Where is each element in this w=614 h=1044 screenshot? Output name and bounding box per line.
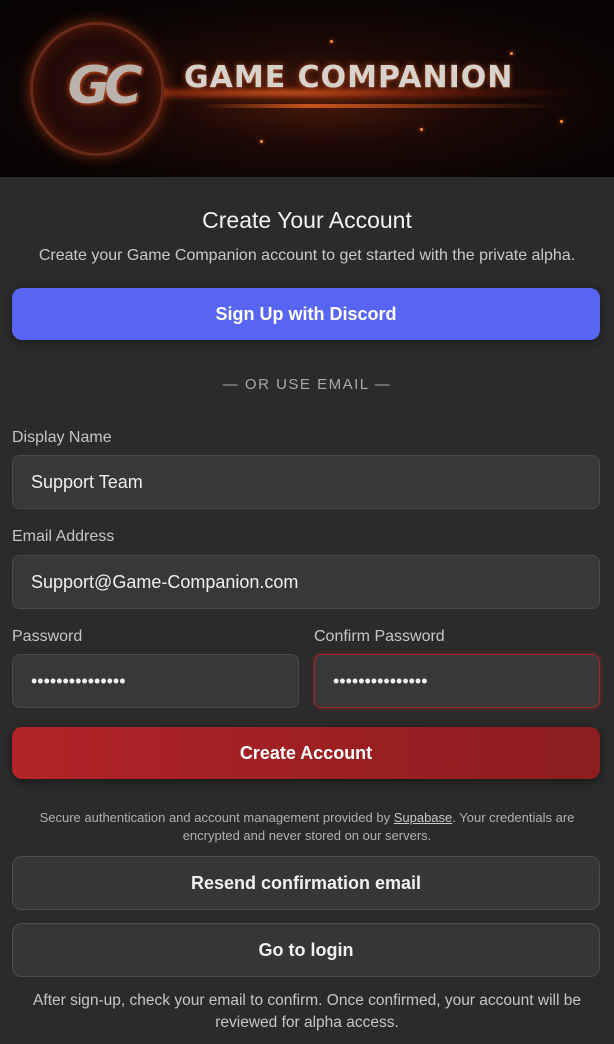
security-note-text: Secure authentication and account manage… [39, 810, 394, 825]
supabase-link[interactable]: Supabase [394, 810, 453, 825]
page-title: Create Your Account [202, 207, 412, 233]
email-label: Email Address [12, 528, 115, 545]
confirm-password-input[interactable] [314, 654, 600, 708]
footer-note: After sign-up, check your email to confi… [33, 992, 581, 1031]
create-account-button[interactable]: Create Account [12, 727, 600, 779]
banner-spark [560, 120, 563, 123]
go-to-login-button[interactable]: Go to login [12, 923, 600, 977]
resend-confirmation-button[interactable]: Resend confirmation email [12, 856, 600, 910]
display-name-label: Display Name [12, 429, 112, 446]
discord-signup-button[interactable]: Sign Up with Discord [12, 288, 600, 340]
logo-mark: GC [67, 56, 143, 116]
banner-spark [510, 52, 513, 55]
banner-spark [260, 140, 263, 143]
page-subtitle: Create your Game Companion account to ge… [38, 247, 576, 264]
header-banner: GC GAME COMPANION [0, 0, 614, 177]
password-label: Password [12, 628, 83, 645]
banner-spark [330, 40, 333, 43]
password-input[interactable] [12, 654, 299, 708]
confirm-password-label: Confirm Password [314, 628, 445, 645]
display-name-input[interactable] [12, 455, 600, 509]
banner-spark [420, 128, 423, 131]
banner-glow-line [200, 104, 560, 108]
email-input[interactable] [12, 555, 600, 609]
or-divider: — OR USE EMAIL — [222, 376, 392, 393]
brand-title: GAME COMPANION [184, 60, 514, 95]
security-note: Secure authentication and account manage… [18, 809, 596, 845]
